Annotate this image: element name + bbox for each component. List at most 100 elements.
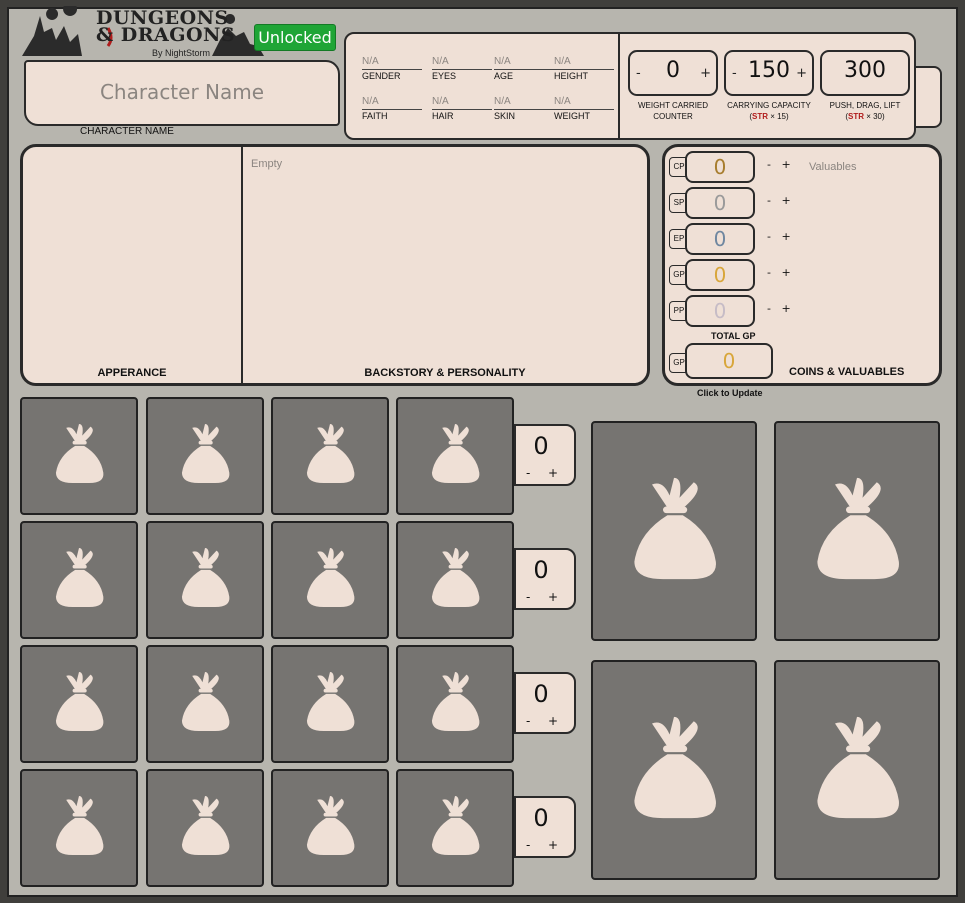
detail-age[interactable]: N/A AGE xyxy=(494,56,554,81)
character-name-input[interactable]: Character Name xyxy=(26,80,338,104)
logo-title: DUNGEONS & DRAGONS xyxy=(96,7,236,46)
detail-value[interactable]: N/A xyxy=(554,96,614,107)
row-counter: 0 - + xyxy=(514,424,576,486)
inventory-slot[interactable] xyxy=(146,645,264,763)
inventory-slot[interactable] xyxy=(20,521,138,639)
row-counter-minus-button[interactable]: - xyxy=(526,590,530,604)
coin-minus-button[interactable]: - xyxy=(767,266,771,279)
coin-plus-button[interactable]: + xyxy=(781,230,790,243)
inventory-slot[interactable] xyxy=(146,769,264,887)
detail-gender[interactable]: N/A GENDER xyxy=(362,56,422,81)
row-counter-value[interactable]: 0 xyxy=(516,432,566,460)
large-item-slot[interactable] xyxy=(774,660,940,880)
detail-label: EYES xyxy=(432,69,492,81)
carrying-capacity-plus-button[interactable]: + xyxy=(796,66,807,81)
large-item-slot[interactable] xyxy=(591,421,757,641)
coin-box-gp: 0 xyxy=(685,259,755,291)
coin-box-pp: 0 xyxy=(685,295,755,327)
large-item-slot[interactable] xyxy=(591,660,757,880)
inventory-slot[interactable] xyxy=(396,521,514,639)
inventory-slot[interactable] xyxy=(271,397,389,515)
coin-plus-button[interactable]: + xyxy=(781,194,790,207)
coin-value-pp[interactable]: 0 xyxy=(687,299,753,323)
coin-plus-button[interactable]: + xyxy=(781,266,790,279)
detail-label: FAITH xyxy=(362,109,422,121)
inventory-slot[interactable] xyxy=(271,645,389,763)
row-counter-minus-button[interactable]: - xyxy=(526,466,530,480)
inventory-slot[interactable] xyxy=(20,645,138,763)
carrying-capacity-label: CARRYING CAPACITY (STR × 15) xyxy=(727,101,811,121)
push-drag-lift-box: 300 xyxy=(820,50,910,96)
row-counter-plus-button[interactable]: + xyxy=(548,714,558,728)
total-gp-label: TOTAL GP xyxy=(711,331,756,341)
row-counter: 0 - + xyxy=(514,796,576,858)
coin-minus-button[interactable]: - xyxy=(767,158,771,171)
inventory-slot[interactable] xyxy=(396,645,514,763)
coin-minus-button[interactable]: - xyxy=(767,230,771,243)
total-gp-box[interactable]: 0 xyxy=(685,343,773,379)
bag-icon xyxy=(298,422,362,491)
detail-hair[interactable]: N/A HAIR xyxy=(432,96,492,121)
detail-value[interactable]: N/A xyxy=(432,96,492,107)
row-counter-value[interactable]: 0 xyxy=(516,804,566,832)
detail-value[interactable]: N/A xyxy=(432,56,492,67)
bag-icon xyxy=(802,713,912,828)
total-gp-value[interactable]: 0 xyxy=(687,349,771,373)
coin-value-sp[interactable]: 0 xyxy=(687,191,753,215)
inventory-slot[interactable] xyxy=(20,769,138,887)
row-counter-plus-button[interactable]: + xyxy=(548,590,558,604)
detail-value[interactable]: N/A xyxy=(362,96,422,107)
coin-value-cp[interactable]: 0 xyxy=(687,155,753,179)
detail-eyes[interactable]: N/A EYES xyxy=(432,56,492,81)
row-counter-minus-button[interactable]: - xyxy=(526,714,530,728)
detail-value[interactable]: N/A xyxy=(494,56,554,67)
row-counter: 0 - + xyxy=(514,548,576,610)
inventory-slot[interactable] xyxy=(146,397,264,515)
inventory-slot[interactable] xyxy=(271,521,389,639)
row-counter-plus-button[interactable]: + xyxy=(548,838,558,852)
large-item-slot[interactable] xyxy=(774,421,940,641)
coin-minus-button[interactable]: - xyxy=(767,194,771,207)
inventory-slot[interactable] xyxy=(396,769,514,887)
weight-carried-plus-button[interactable]: + xyxy=(700,66,711,81)
row-counter-value[interactable]: 0 xyxy=(516,556,566,584)
detail-value[interactable]: N/A xyxy=(362,56,422,67)
bag-icon xyxy=(47,794,111,863)
coin-plus-button[interactable]: + xyxy=(781,302,790,315)
coin-cp-controls: - + xyxy=(767,158,791,171)
inventory-slot[interactable] xyxy=(271,769,389,887)
detail-skin[interactable]: N/A SKIN xyxy=(494,96,554,121)
coin-sp-controls: - + xyxy=(767,194,791,207)
weight-carried-label: WEIGHT CARRIED COUNTER xyxy=(637,101,709,121)
row-counter-minus-button[interactable]: - xyxy=(526,838,530,852)
lock-toggle-button[interactable]: Unlocked xyxy=(254,24,336,51)
backstory-textarea[interactable]: Empty xyxy=(251,158,282,170)
appearance-textarea[interactable] xyxy=(23,147,241,383)
inventory-slot[interactable] xyxy=(146,521,264,639)
bag-icon xyxy=(298,670,362,739)
detail-height[interactable]: N/A HEIGHT xyxy=(554,56,614,81)
coin-value-gp[interactable]: 0 xyxy=(687,263,753,287)
coin-pp-controls: - + xyxy=(767,302,791,315)
detail-value[interactable]: N/A xyxy=(554,56,614,67)
valuables-textarea[interactable]: Valuables xyxy=(809,161,857,173)
row-counter-value[interactable]: 0 xyxy=(516,680,566,708)
detail-label: HEIGHT xyxy=(554,69,614,81)
detail-weight[interactable]: N/A WEIGHT xyxy=(554,96,614,121)
coin-value-ep[interactable]: 0 xyxy=(687,227,753,251)
bag-icon xyxy=(173,794,237,863)
character-name-banner[interactable]: Character Name xyxy=(24,60,340,126)
detail-faith[interactable]: N/A FAITH xyxy=(362,96,422,121)
inventory-slot[interactable] xyxy=(396,397,514,515)
bag-icon xyxy=(47,546,111,615)
character-name-label: CHARACTER NAME xyxy=(80,126,174,137)
coin-minus-button[interactable]: - xyxy=(767,302,771,315)
push-drag-lift-value[interactable]: 300 xyxy=(822,58,908,83)
carrying-capacity-box: - 150 + xyxy=(724,50,814,96)
logo-subtitle: By NightStorm xyxy=(152,48,211,58)
detail-value[interactable]: N/A xyxy=(494,96,554,107)
coin-plus-button[interactable]: + xyxy=(781,158,790,171)
row-counter-plus-button[interactable]: + xyxy=(548,466,558,480)
inventory-slot[interactable] xyxy=(20,397,138,515)
click-to-update-hint[interactable]: Click to Update xyxy=(697,388,763,398)
